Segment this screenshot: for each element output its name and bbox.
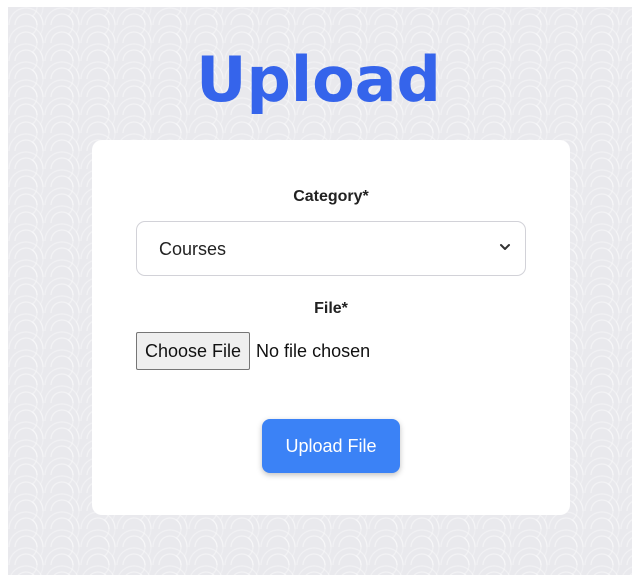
- page-title: Upload: [196, 43, 441, 116]
- upload-file-button[interactable]: Upload File: [262, 419, 400, 473]
- file-input: Choose File No file chosen: [136, 331, 370, 371]
- category-selected-value: Courses: [159, 239, 227, 259]
- upload-form-card: Category* Courses File* Choose File No f…: [92, 140, 570, 515]
- category-select[interactable]: Courses: [136, 221, 526, 276]
- file-status-text: No file chosen: [256, 340, 371, 361]
- file-label: File*: [314, 300, 348, 317]
- category-label: Category*: [293, 188, 369, 205]
- chevron-down-icon: [500, 244, 510, 250]
- choose-file-button[interactable]: Choose File: [136, 332, 251, 370]
